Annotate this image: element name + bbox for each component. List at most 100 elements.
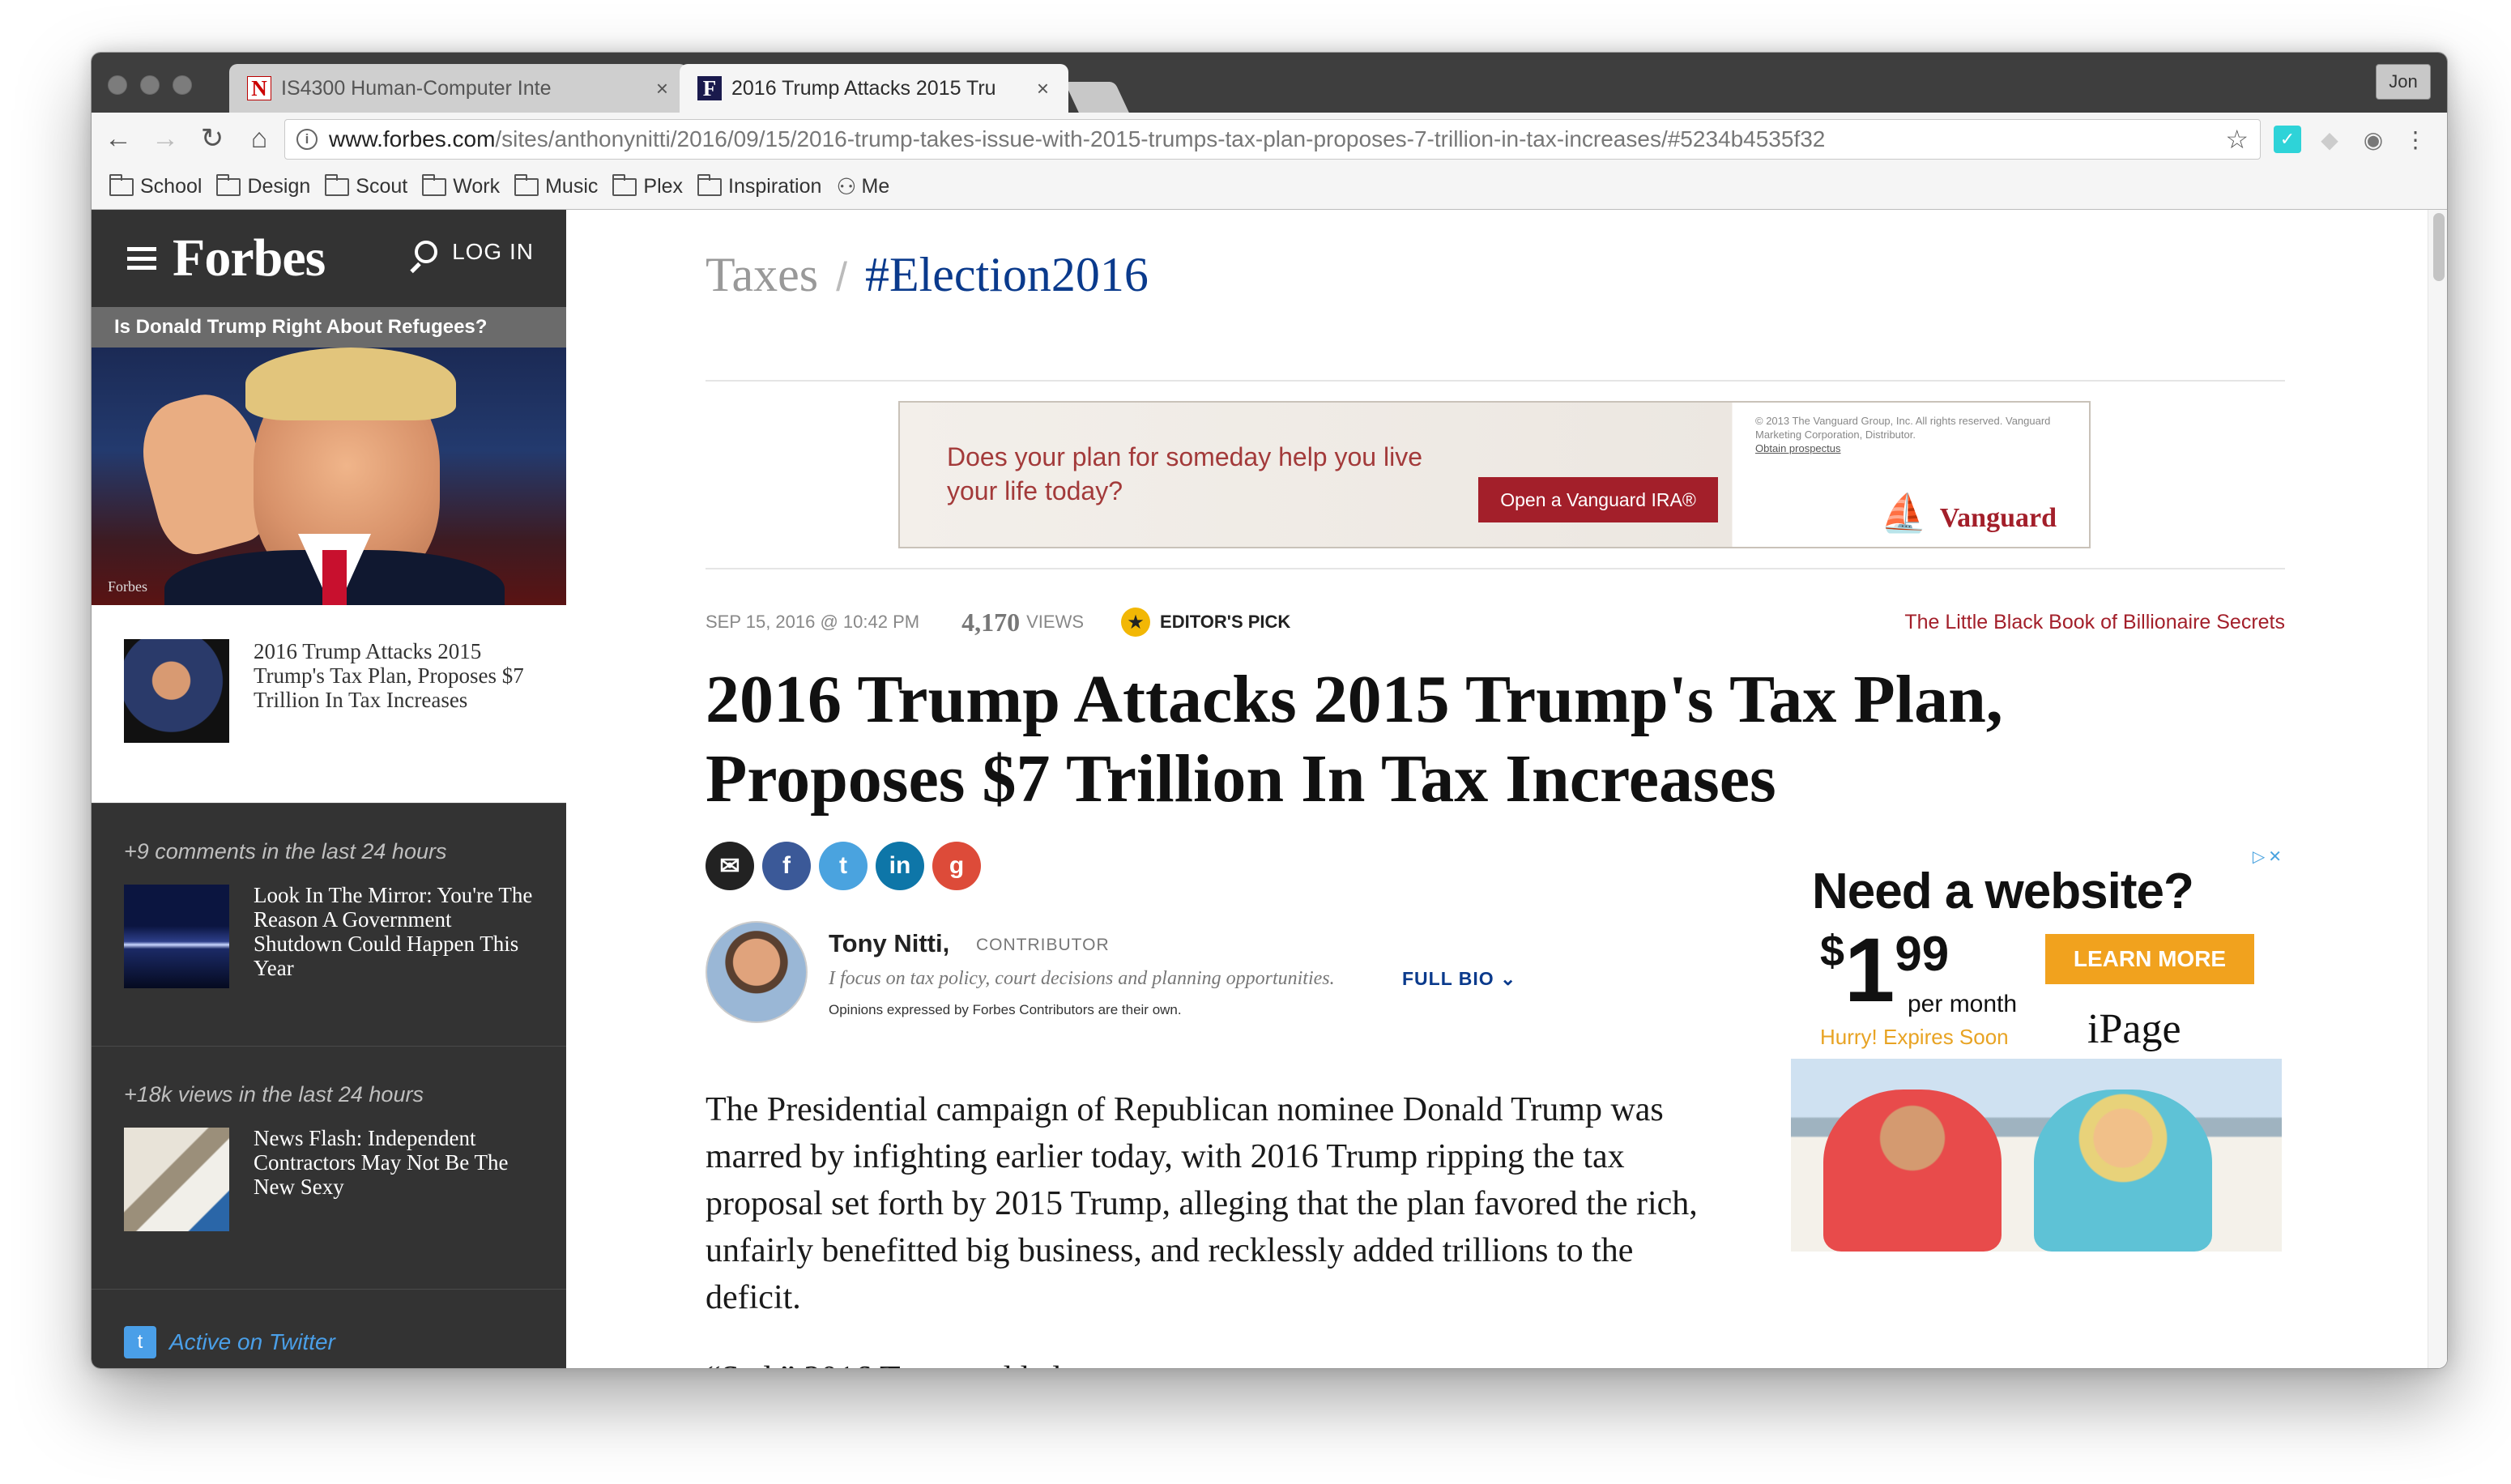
featured-question-link[interactable]: Is Donald Trump Right About Refugees? (92, 307, 566, 348)
forbes-sidebar: Forbes LOG IN Is Donald Trump Right Abou… (92, 210, 566, 1368)
breadcrumb: Taxes / #Election2016 (706, 248, 1149, 301)
tab-is4300[interactable]: N IS4300 Human-Computer Inte × (229, 64, 688, 113)
story-title: News Flash: Independent Contractors May … (254, 1126, 509, 1199)
article-paragraph: The Presidential campaign of Republican … (706, 1091, 1698, 1316)
facebook-icon[interactable]: f (762, 842, 811, 890)
tab-title: IS4300 Human-Computer Inte (281, 76, 552, 100)
current-story-item[interactable]: 2016 Trump Attacks 2015 Trump's Tax Plan… (92, 605, 566, 803)
home-icon[interactable]: ⌂ (239, 118, 279, 159)
sidebar-header: Forbes LOG IN (92, 210, 566, 307)
folder-icon (325, 173, 350, 196)
featured-image[interactable]: Forbes (92, 348, 566, 605)
author-avatar[interactable] (706, 921, 808, 1023)
address-bar[interactable]: i www.forbes.com/sites/anthonynitti/2016… (284, 119, 2261, 160)
breadcrumb-section[interactable]: Taxes (706, 248, 818, 301)
zoom-window-button[interactable] (173, 75, 192, 95)
tab-title: 2016 Trump Attacks 2015 Tru (731, 76, 996, 100)
extension-icon[interactable]: ◆ (2316, 126, 2343, 153)
kebab-menu-icon[interactable]: ⋮ (2402, 126, 2429, 153)
tab-favicon: N (247, 76, 271, 100)
active-on-twitter-link[interactable]: t Active on Twitter (124, 1326, 335, 1358)
twitter-icon: t (124, 1326, 156, 1358)
bookmark-work[interactable]: Work (422, 173, 500, 198)
search-icon[interactable] (415, 241, 438, 263)
prospectus-link[interactable]: Obtain prospectus (1755, 442, 1841, 454)
twitter-section: t Active on Twitter (92, 1289, 566, 1368)
ad-per-month: per month (1908, 991, 2018, 1017)
hamburger-menu-icon[interactable] (127, 247, 156, 270)
full-bio-toggle[interactable]: FULL BIO ⌄ (1402, 968, 1516, 990)
linkedin-icon[interactable]: in (876, 842, 924, 890)
people-icon: ⚇ (836, 174, 857, 199)
story-title: Look In The Mirror: You're The Reason A … (254, 883, 533, 980)
bookmarks-bar: School Design Scout Work Music Plex Insp… (92, 164, 2447, 210)
promo-link[interactable]: The Little Black Book of Billionaire Sec… (1904, 611, 2285, 634)
bookmark-design[interactable]: Design (216, 173, 310, 198)
ipage-side-ad[interactable]: ▷ ✕ Need a website? $199 per month Hurry!… (1791, 846, 2282, 1252)
breadcrumb-tag[interactable]: #Election2016 (865, 248, 1149, 301)
new-tab-button[interactable] (1064, 82, 1129, 113)
email-icon[interactable]: ✉ (706, 842, 754, 890)
scrollbar[interactable] (2428, 210, 2447, 1368)
bookmark-inspiration[interactable]: Inspiration (697, 173, 821, 198)
publish-date: SEP 15, 2016 @ 10:42 PM (706, 612, 920, 632)
folder-icon (109, 173, 134, 196)
browser-toolbar: ← → ↻ ⌂ i www.forbes.com/sites/anthonyni… (92, 113, 2447, 164)
adchoices-icon[interactable]: ▷ ✕ (2253, 846, 2282, 867)
share-buttons: ✉ f t in g (706, 842, 981, 890)
trending-story-item[interactable]: +9 comments in the last 24 hours Look In… (92, 803, 566, 1046)
extension-icon[interactable]: ✓ (2274, 126, 2301, 153)
forbes-logo[interactable]: Forbes (173, 228, 326, 289)
trending-story-item[interactable]: +18k views in the last 24 hours News Fla… (92, 1046, 566, 1289)
close-tab-icon[interactable]: × (656, 76, 668, 101)
bookmark-school[interactable]: School (109, 173, 202, 198)
ad-headline: Need a website? (1812, 864, 2194, 919)
author-bio: I focus on tax policy, court decisions a… (829, 968, 1335, 989)
ipage-logo: iPage (2087, 1006, 2181, 1052)
story-thumbnail (124, 639, 229, 743)
folder-icon (422, 173, 447, 196)
vanguard-banner-ad[interactable]: Does your plan for someday help you live… (898, 401, 2091, 548)
folder-icon (216, 173, 241, 196)
star-icon[interactable]: ☆ (2225, 124, 2249, 155)
reload-icon[interactable]: ↻ (192, 118, 232, 159)
story-title: 2016 Trump Attacks 2015 Trump's Tax Plan… (254, 639, 524, 712)
info-icon[interactable]: i (296, 129, 318, 150)
divider (706, 380, 2285, 382)
vanguard-logo: Vanguard (1939, 503, 2057, 533)
minimize-window-button[interactable] (140, 75, 160, 95)
contributor-disclaimer: Opinions expressed by Forbes Contributor… (829, 1002, 1182, 1017)
bookmark-me[interactable]: ⚇ Me (836, 173, 889, 200)
open-ira-button[interactable]: Open a Vanguard IRA® (1478, 477, 1718, 522)
story-thumbnail (124, 1128, 229, 1231)
googleplus-icon[interactable]: g (932, 842, 981, 890)
login-button[interactable]: LOG IN (415, 239, 534, 265)
page-content: Forbes LOG IN Is Donald Trump Right Abou… (92, 210, 2447, 1368)
forward-arrow-icon[interactable]: → (145, 118, 185, 159)
author-role: CONTRIBUTOR (976, 936, 1110, 954)
author-name[interactable]: Tony Nitti, (829, 929, 949, 958)
article-headline: 2016 Trump Attacks 2015 Trump's Tax Plan… (706, 662, 2003, 817)
learn-more-button[interactable]: LEARN MORE (2045, 934, 2254, 984)
ad-question: Does your plan for someday help you live… (947, 442, 1422, 505)
editors-pick-star-icon: ★ (1121, 608, 1151, 637)
article-main: Taxes / #Election2016 Does your plan for s… (566, 210, 2447, 1368)
bookmark-music[interactable]: Music (514, 173, 598, 198)
bookmark-plex[interactable]: Plex (612, 173, 683, 198)
camera-icon[interactable]: ◉ (2360, 126, 2387, 153)
close-tab-icon[interactable]: × (1037, 76, 1049, 101)
close-window-button[interactable] (108, 75, 127, 95)
scrollbar-thumb[interactable] (2433, 213, 2445, 281)
tab-forbes-article[interactable]: F 2016 Trump Attacks 2015 Tru × (680, 64, 1068, 113)
profile-button[interactable]: Jon (2376, 64, 2431, 100)
ad-fine-print: © 2013 The Vanguard Group, Inc. All righ… (1755, 415, 2051, 454)
image-credit: Forbes (108, 578, 147, 595)
folder-icon (697, 173, 723, 196)
back-arrow-icon[interactable]: ← (98, 118, 139, 159)
twitter-icon[interactable]: t (819, 842, 868, 890)
bookmark-scout[interactable]: Scout (325, 173, 407, 198)
views-label: VIEWS (1026, 612, 1085, 632)
browser-window: N IS4300 Human-Computer Inte × F 2016 Tr… (91, 52, 2448, 1369)
article-body: The Presidential campaign of Republican … (706, 1086, 1718, 1368)
article-meta: SEP 15, 2016 @ 10:42 PM 4,170 VIEWS ★ ED… (706, 602, 2285, 642)
